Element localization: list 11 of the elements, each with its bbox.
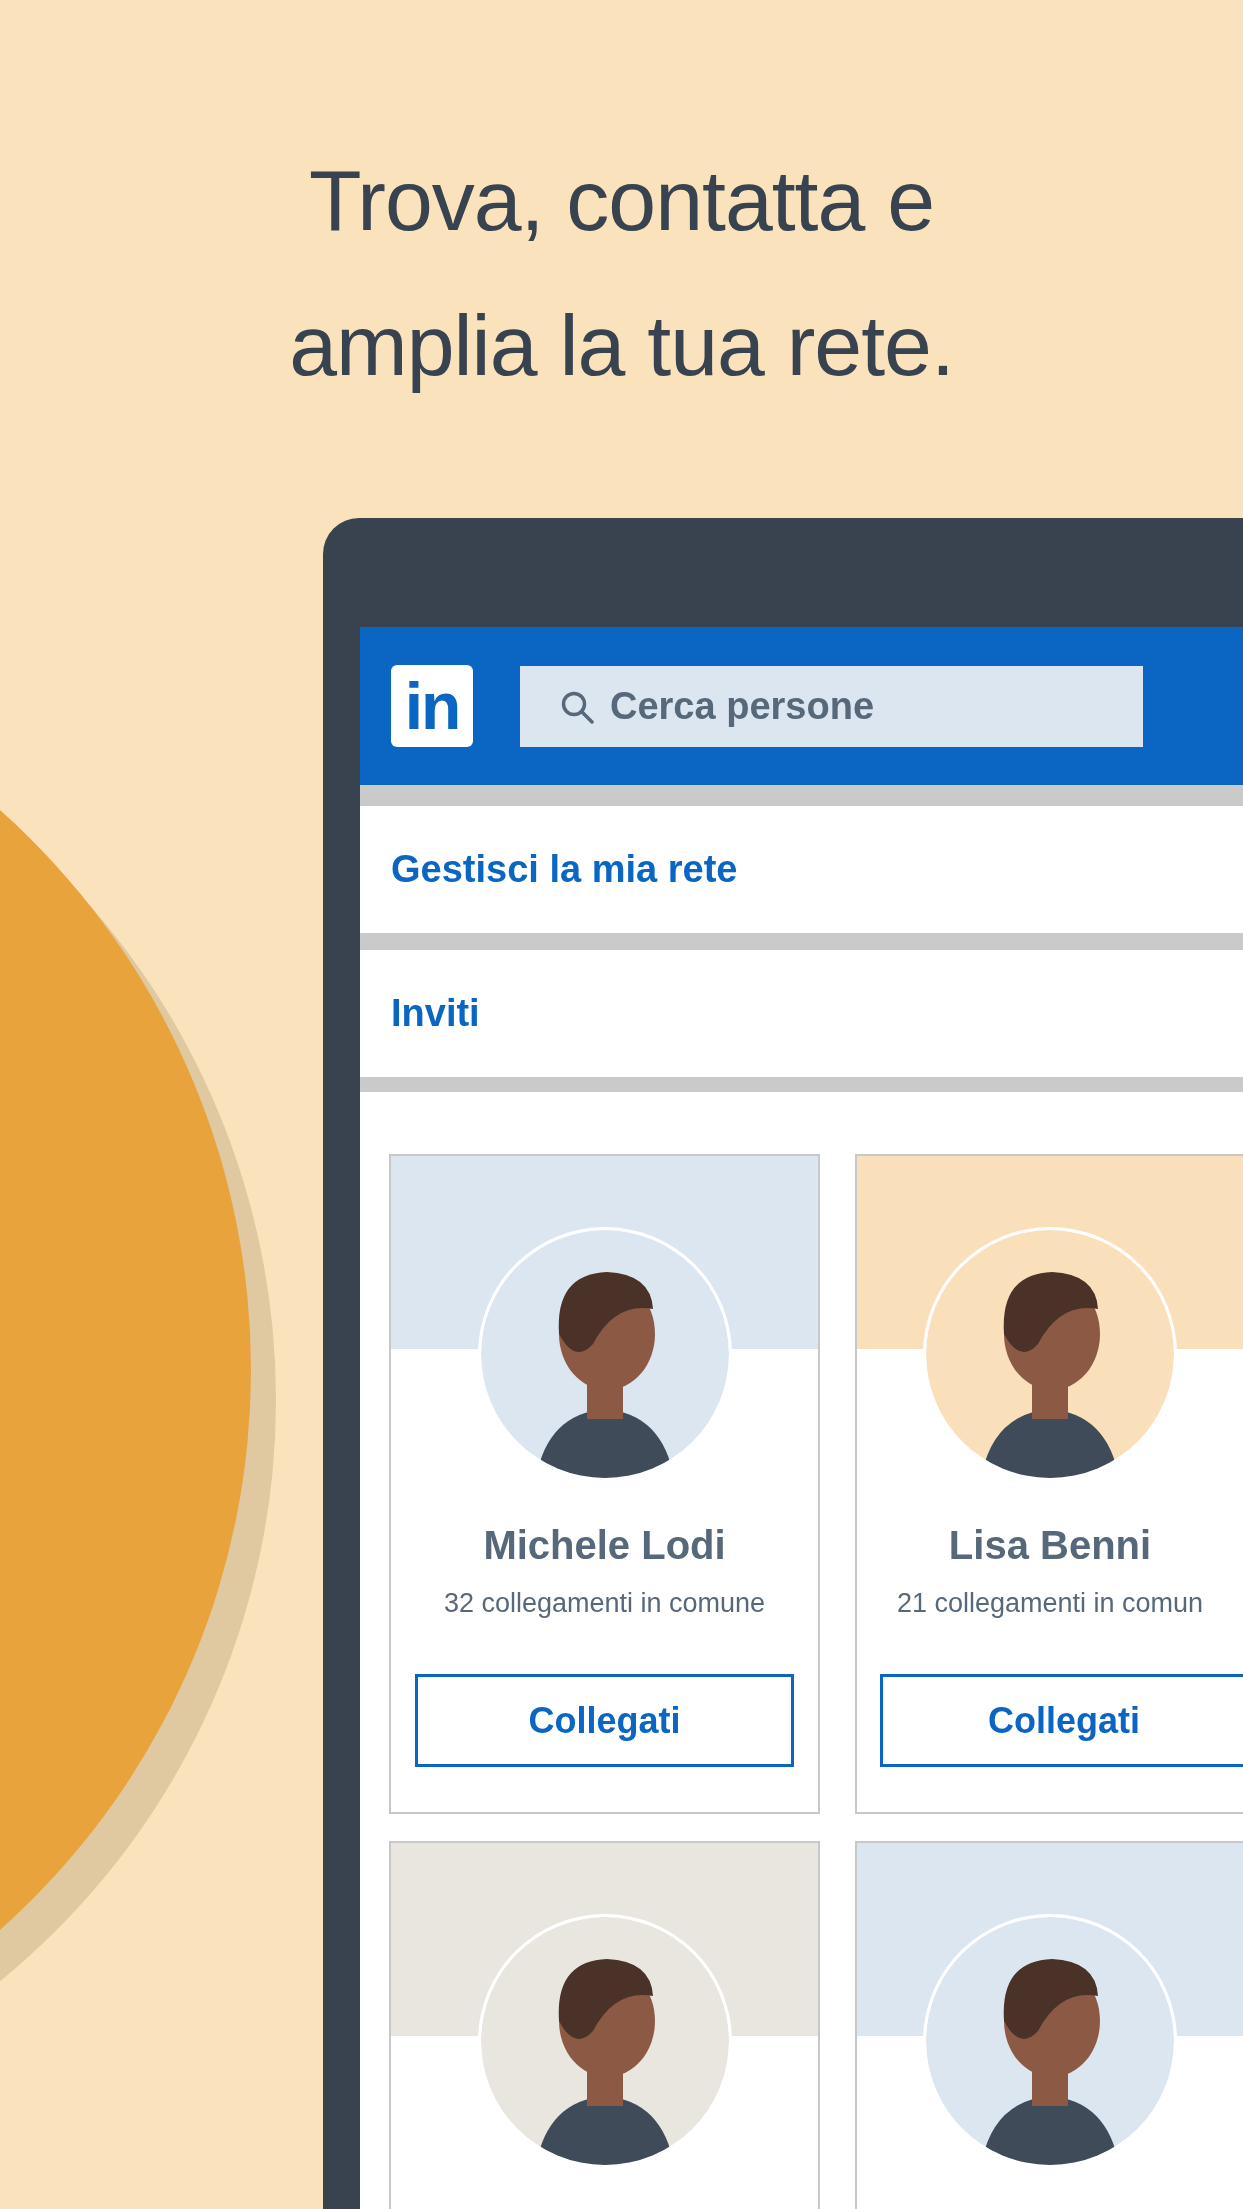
mutual-connections: 21 collegamenti in comun: [896, 1587, 1204, 1620]
menu-item[interactable]: Gestisci la mia rete: [360, 806, 1243, 933]
mutual-connections: 32 collegamenti in comune: [443, 1587, 766, 1620]
search-field[interactable]: Cerca persone: [520, 665, 1143, 747]
person-name: Michele Lodi: [483, 1522, 726, 1568]
connect-button[interactable]: Collegati: [880, 1674, 1243, 1767]
headline: Trova, contatta e amplia la tua rete.: [288, 151, 955, 395]
logo[interactable]: in: [391, 665, 473, 747]
menu-item[interactable]: Inviti: [360, 950, 1243, 1077]
person-name: Lisa Benni: [948, 1522, 1152, 1568]
connect-button[interactable]: Collegati: [415, 1674, 794, 1767]
